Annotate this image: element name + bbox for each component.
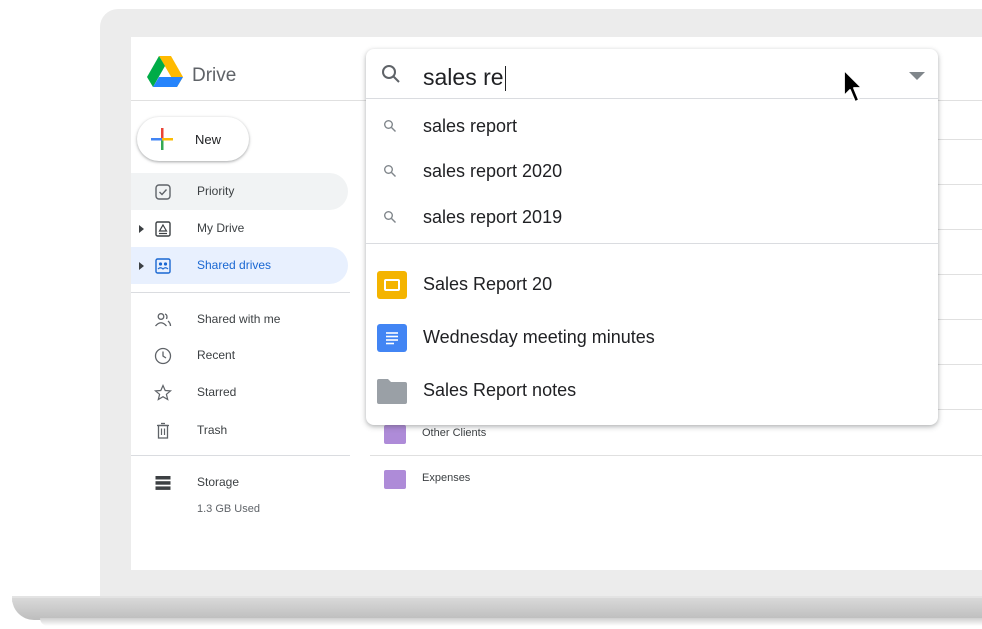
- sidebar-item-label: Shared with me: [197, 312, 281, 326]
- star-icon: [153, 384, 173, 401]
- laptop-base: [12, 598, 982, 620]
- sidebar-item-trash[interactable]: Trash: [131, 412, 348, 449]
- sidebar-item-label: Starred: [197, 385, 237, 399]
- storage-used-text: 1.3 GB Used: [197, 503, 260, 515]
- drive-logo-icon[interactable]: [147, 56, 183, 88]
- file-name: Expenses: [422, 472, 471, 484]
- search-icon: [384, 211, 396, 223]
- docs-icon: [377, 324, 407, 352]
- search-query-text: sales re: [423, 64, 504, 90]
- result-name: Wednesday meeting minutes: [423, 327, 655, 347]
- my-drive-icon: [155, 221, 171, 237]
- slides-icon: [377, 271, 407, 299]
- sidebar-item-label: My Drive: [197, 221, 245, 235]
- folder-icon: [384, 425, 406, 444]
- sidebar-item-label: Recent: [197, 348, 236, 362]
- text-cursor: [504, 66, 506, 92]
- file-name: Other Clients: [422, 427, 487, 439]
- search-icon: [384, 165, 396, 177]
- sidebar-item-my-drive[interactable]: My Drive: [131, 210, 348, 247]
- search-icon: [384, 120, 396, 132]
- trash-icon: [157, 422, 169, 439]
- expand-caret-icon[interactable]: [139, 225, 144, 233]
- sidebar-item-label: Storage: [197, 475, 240, 489]
- new-button[interactable]: New: [137, 117, 249, 161]
- sidebar-divider: [131, 455, 350, 456]
- priority-icon: [155, 184, 171, 200]
- search-suggestion[interactable]: sales report 2020: [366, 151, 938, 191]
- shared-drives-icon: [155, 258, 171, 274]
- search-icon[interactable]: [380, 63, 402, 85]
- suggestion-text: sales report 2019: [423, 207, 563, 227]
- mouse-pointer-icon: [843, 69, 863, 103]
- search-result[interactable]: Sales Report notes: [366, 369, 938, 413]
- search-divider: [366, 243, 938, 244]
- search-input[interactable]: sales re: [423, 63, 506, 92]
- sidebar-divider: [131, 292, 350, 293]
- result-name: Sales Report notes: [423, 380, 577, 400]
- laptop-shadow: [40, 618, 982, 626]
- suggestion-text: sales report: [423, 116, 518, 136]
- app-title: Drive: [192, 65, 237, 86]
- sidebar-item-label: Priority: [197, 184, 235, 198]
- sidebar-item-priority[interactable]: Priority: [131, 173, 348, 210]
- new-button-label: New: [195, 132, 222, 147]
- sidebar-item-recent[interactable]: Recent: [131, 337, 348, 374]
- clock-icon: [154, 347, 172, 365]
- search-result[interactable]: Wednesday meeting minutes: [366, 316, 938, 360]
- search-result[interactable]: Sales Report 20: [366, 263, 938, 307]
- sidebar-item-shared-drives[interactable]: Shared drives: [131, 247, 348, 284]
- folder-icon: [384, 470, 406, 489]
- storage-icon: [155, 476, 171, 490]
- expand-caret-icon[interactable]: [139, 262, 144, 270]
- sidebar-item-label: Trash: [197, 423, 228, 437]
- result-name: Sales Report 20: [423, 274, 553, 294]
- plus-icon: [151, 128, 173, 150]
- row-divider: [370, 455, 982, 456]
- people-icon: [155, 313, 172, 327]
- search-suggestion[interactable]: sales report 2019: [366, 197, 938, 237]
- search-options-dropdown-icon[interactable]: [909, 72, 925, 80]
- sidebar-item-starred[interactable]: Starred: [131, 374, 348, 411]
- folder-icon: [377, 379, 407, 404]
- suggestion-text: sales report 2020: [423, 161, 563, 181]
- sidebar-item-shared-with-me[interactable]: Shared with me: [131, 301, 348, 338]
- sidebar-item-storage[interactable]: Storage: [131, 464, 348, 501]
- drive-window: Drive Other Clients Expenses New Priorit…: [131, 37, 982, 570]
- sidebar-item-label: Shared drives: [197, 258, 272, 272]
- search-suggestion[interactable]: sales report: [366, 106, 938, 146]
